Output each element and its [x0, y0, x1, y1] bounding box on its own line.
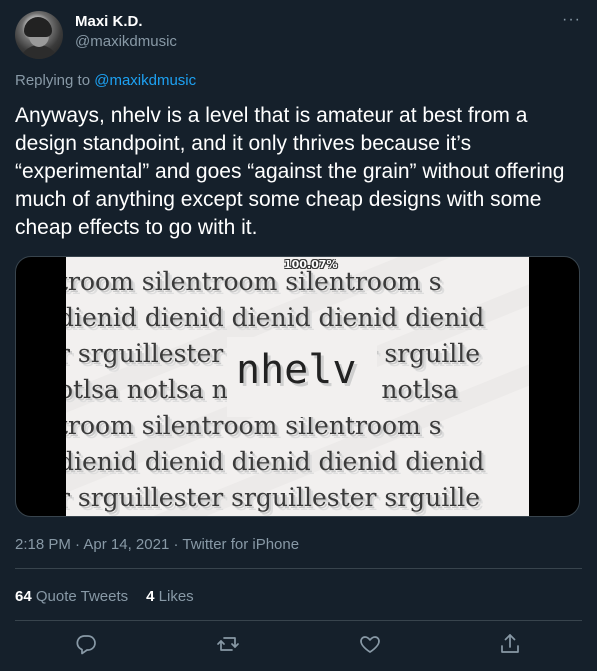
replying-to: Replying to @maxikdmusic: [15, 72, 196, 89]
media-row: r srguillester srguillester srguille: [66, 483, 481, 512]
tweet-stats: 64 Quote Tweets 4 Likes: [15, 588, 194, 605]
like-icon[interactable]: [358, 632, 382, 656]
reply-icon[interactable]: [74, 632, 98, 656]
replying-to-label: Replying to: [15, 72, 91, 89]
media-row: troom silentroom silentroom s: [66, 267, 442, 296]
tweet-media[interactable]: troom silentroom silentroom s dienid die…: [15, 256, 580, 517]
tweet-meta: 2:18 PM · Apr 14, 2021 · Twitter for iPh…: [15, 536, 300, 553]
media-row: dienid dienid dienid dienid dienid: [66, 303, 485, 332]
media-percent: 100.07%: [284, 258, 338, 271]
tweet-text: Anyways, nhelv is a level that is amateu…: [15, 104, 565, 239]
share-icon[interactable]: [498, 632, 522, 656]
tweet-time[interactable]: 2:18 PM: [15, 536, 71, 553]
retweet-icon[interactable]: [216, 632, 240, 656]
avatar[interactable]: [15, 11, 63, 59]
tweet-source[interactable]: Twitter for iPhone: [182, 536, 299, 553]
author-handle[interactable]: @maxikdmusic: [75, 33, 177, 50]
media-center-word: nhelv: [236, 347, 357, 393]
quote-tweets-stat[interactable]: 64 Quote Tweets: [15, 588, 128, 605]
divider: [15, 568, 582, 569]
media-image: troom silentroom silentroom s dienid die…: [66, 257, 529, 516]
action-bar: [0, 632, 597, 662]
replying-to-mention[interactable]: @maxikdmusic: [94, 72, 196, 89]
more-options-icon[interactable]: ···: [562, 11, 581, 29]
divider: [15, 620, 582, 621]
tweet-date[interactable]: Apr 14, 2021: [83, 536, 169, 553]
media-row: dienid dienid dienid dienid dienid: [66, 447, 485, 476]
author-name[interactable]: Maxi K.D.: [75, 13, 143, 30]
likes-stat[interactable]: 4 Likes: [146, 588, 194, 605]
tweet: Maxi K.D. @maxikdmusic ··· Replying to @…: [0, 0, 597, 671]
